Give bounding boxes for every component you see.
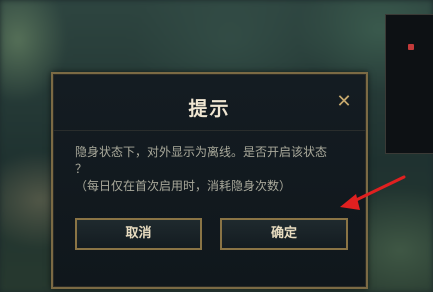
title-divider <box>53 130 366 131</box>
dialog-message-line2: ？ <box>75 162 88 176</box>
prompt-dialog: 提示 ✕ 隐身状态下，对外显示为离线。是否开启该状态 ？ （每日仅在首次启用时，… <box>51 72 368 289</box>
confirm-button[interactable]: 确定 <box>220 218 348 250</box>
status-indicator <box>408 44 414 50</box>
side-panel <box>385 14 433 154</box>
dialog-message-note: （每日仅在首次启用时，消耗隐身次数） <box>75 179 292 193</box>
dialog-title: 提示 <box>188 98 231 120</box>
close-icon[interactable]: ✕ <box>335 93 353 111</box>
dialog-message-line1: 隐身状态下，对外显示为离线。是否开启该状态 <box>75 145 328 159</box>
cancel-button[interactable]: 取消 <box>75 218 202 250</box>
